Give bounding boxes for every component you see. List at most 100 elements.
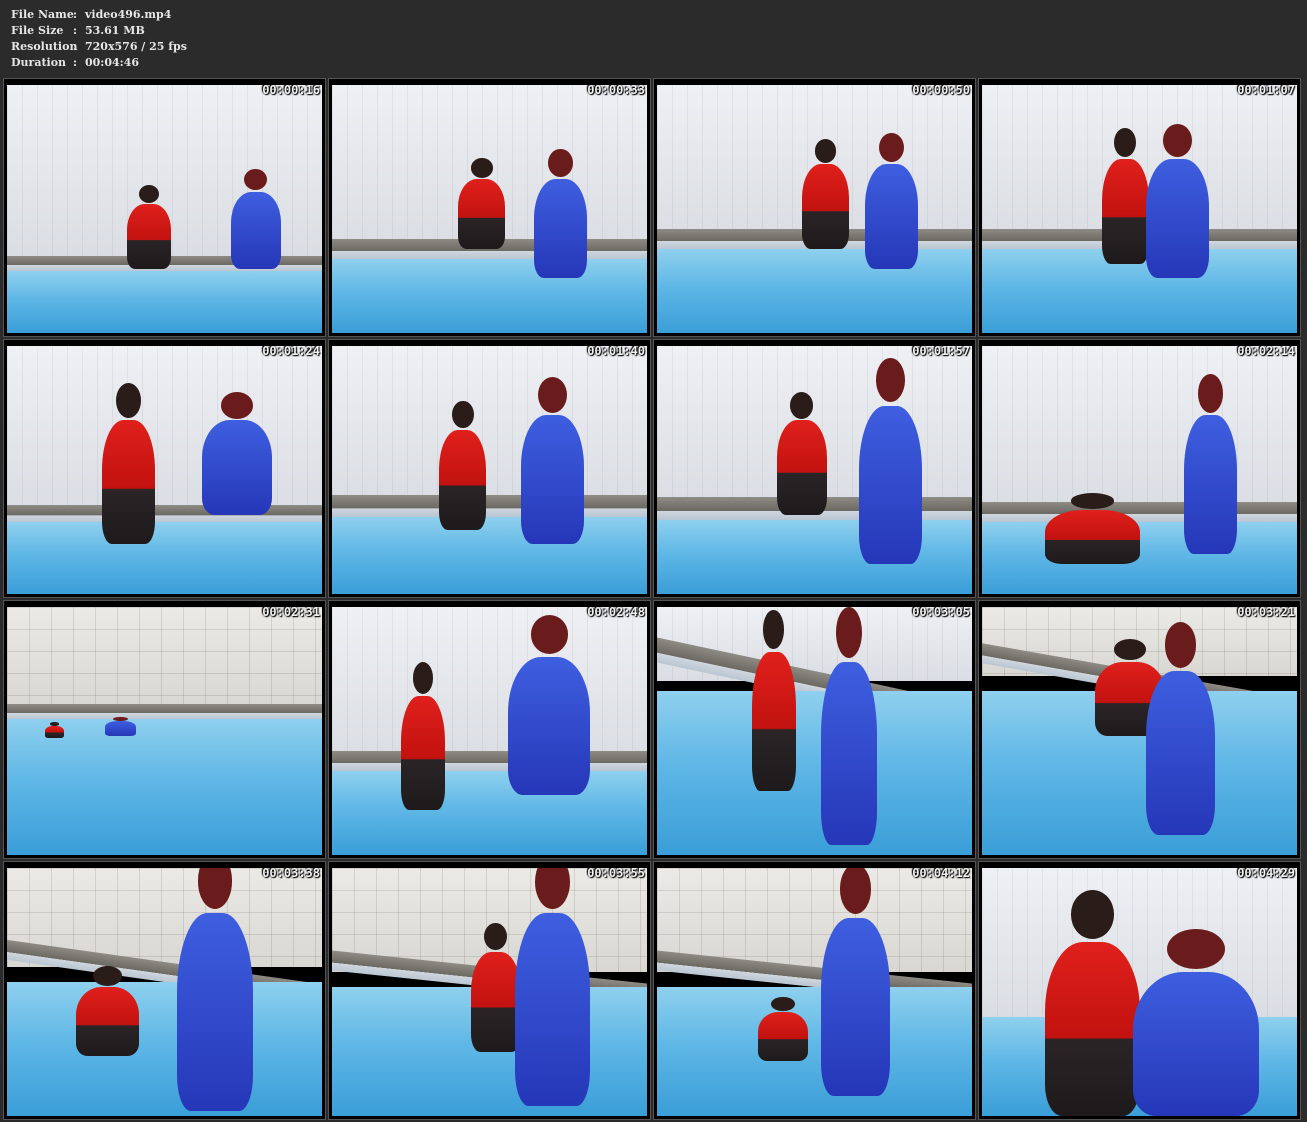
video-frame <box>7 346 322 594</box>
file-size-value: 53.61 MB <box>85 24 145 37</box>
pool-edge <box>7 703 322 719</box>
timestamp: 00:01:24 <box>262 344 320 358</box>
figure-blue-suit <box>177 868 253 1112</box>
resolution-label: Resolution <box>11 40 78 53</box>
thumbnail[interactable]: 00:01:57 <box>653 339 976 598</box>
thumbnail[interactable]: 00:02:31 <box>3 600 326 859</box>
pool-water <box>982 522 1297 594</box>
video-frame <box>982 607 1297 855</box>
figure-red-suit <box>101 383 156 545</box>
figure-red-suit <box>776 392 828 515</box>
resolution-value: 720x576 / 25 fps <box>85 40 187 53</box>
pool-water <box>332 770 647 855</box>
video-frame <box>332 607 647 855</box>
thumbnail[interactable]: 00:02:14 <box>978 339 1301 598</box>
file-size-label: File Size <box>11 24 64 37</box>
file-name-row: File Name : video496.mp4 <box>11 7 187 23</box>
timestamp: 00:04:12 <box>912 866 970 880</box>
separator: : <box>73 8 78 21</box>
pool-water <box>7 271 322 333</box>
duration-value: 00:04:46 <box>85 56 140 69</box>
file-name-label: File Name <box>11 8 74 21</box>
pool-water <box>332 258 647 333</box>
pool-wall <box>7 607 322 707</box>
video-frame <box>982 346 1297 594</box>
pool-wall <box>982 346 1297 510</box>
timestamp: 00:00:33 <box>587 83 645 97</box>
timestamp: 00:02:48 <box>587 605 645 619</box>
pool-wall <box>332 346 647 505</box>
thumbnail[interactable]: 00:03:05 <box>653 600 976 859</box>
timestamp: 00:03:21 <box>1237 605 1295 619</box>
figure-red-suit <box>439 400 487 530</box>
video-frame <box>982 85 1297 333</box>
figure-blue-suit <box>1145 123 1209 279</box>
figure-blue-suit <box>202 392 272 515</box>
thumbnail[interactable]: 00:00:16 <box>3 78 326 337</box>
figure-red-suit <box>458 158 506 249</box>
video-frame <box>7 85 322 333</box>
thumbnail[interactable]: 00:04:29 <box>978 861 1301 1120</box>
pool-water <box>657 691 972 855</box>
figure-red-suit <box>1101 128 1149 264</box>
file-size-row: File Size : 53.61 MB <box>11 23 187 39</box>
figure-red-suit <box>76 966 140 1057</box>
figure-blue-suit <box>820 607 878 846</box>
thumbnail[interactable]: 00:00:33 <box>328 78 651 337</box>
video-frame <box>657 85 972 333</box>
pool-edge <box>7 504 322 523</box>
file-name-value: video496.mp4 <box>85 8 172 21</box>
timestamp: 00:01:40 <box>587 344 645 358</box>
thumbnail[interactable]: 00:01:40 <box>328 339 651 598</box>
duration-label: Duration <box>11 56 67 69</box>
pool-edge <box>332 494 647 518</box>
pool-water <box>7 718 322 855</box>
figure-blue-suit <box>230 168 282 269</box>
thumbnail[interactable]: 00:01:24 <box>3 339 326 598</box>
file-info-header: File Name : video496.mp4 File Size : 53.… <box>11 7 187 71</box>
figure-blue-suit <box>1133 929 1260 1116</box>
separator: : <box>73 40 78 53</box>
pool-water <box>657 519 972 594</box>
figure-blue-suit <box>521 376 584 545</box>
resolution-row: Resolution : 720x576 / 25 fps <box>11 39 187 55</box>
pool-water <box>332 517 647 594</box>
figure-blue-suit <box>858 357 922 565</box>
timestamp: 00:03:05 <box>912 605 970 619</box>
timestamp: 00:02:31 <box>262 605 320 619</box>
thumbnail[interactable]: 00:00:50 <box>653 78 976 337</box>
video-frame <box>332 346 647 594</box>
figure-blue-suit <box>1183 373 1238 555</box>
timestamp: 00:01:57 <box>912 344 970 358</box>
figure-blue-suit <box>1145 622 1216 836</box>
figure-blue-suit <box>864 133 919 269</box>
video-frame <box>332 85 647 333</box>
figure-red-suit <box>401 662 446 811</box>
thumbnail[interactable]: 00:02:48 <box>328 600 651 859</box>
thumbnail[interactable]: 00:03:55 <box>328 861 651 1120</box>
figure-blue-suit <box>820 868 891 1097</box>
figure-blue-suit <box>508 614 591 796</box>
pool-edge <box>332 750 647 771</box>
thumbnail[interactable]: 00:04:12 <box>653 861 976 1120</box>
timestamp: 00:03:38 <box>262 866 320 880</box>
thumbnail[interactable]: 00:01:07 <box>978 78 1301 337</box>
figure-red-suit <box>44 722 64 739</box>
thumbnail[interactable]: 00:03:38 <box>3 861 326 1120</box>
pool-wall <box>7 346 322 510</box>
thumbnail-grid: 00:00:16 00:00:33 00:00:50 00:01:07 00:0… <box>3 78 1301 1120</box>
pool-water <box>657 248 972 333</box>
duration-row: Duration : 00:04:46 <box>11 55 187 71</box>
separator: : <box>73 56 78 69</box>
pool-water <box>7 522 322 594</box>
video-frame <box>332 868 647 1116</box>
figure-red-suit <box>1045 890 1140 1116</box>
figure-blue-suit <box>514 868 591 1107</box>
timestamp: 00:02:14 <box>1237 344 1295 358</box>
thumbnail[interactable]: 00:03:21 <box>978 600 1301 859</box>
video-frame <box>7 607 322 855</box>
pool-wall <box>982 868 1297 1017</box>
video-frame <box>657 868 972 1116</box>
figure-red-suit <box>751 609 796 791</box>
figure-red-suit <box>757 996 809 1062</box>
